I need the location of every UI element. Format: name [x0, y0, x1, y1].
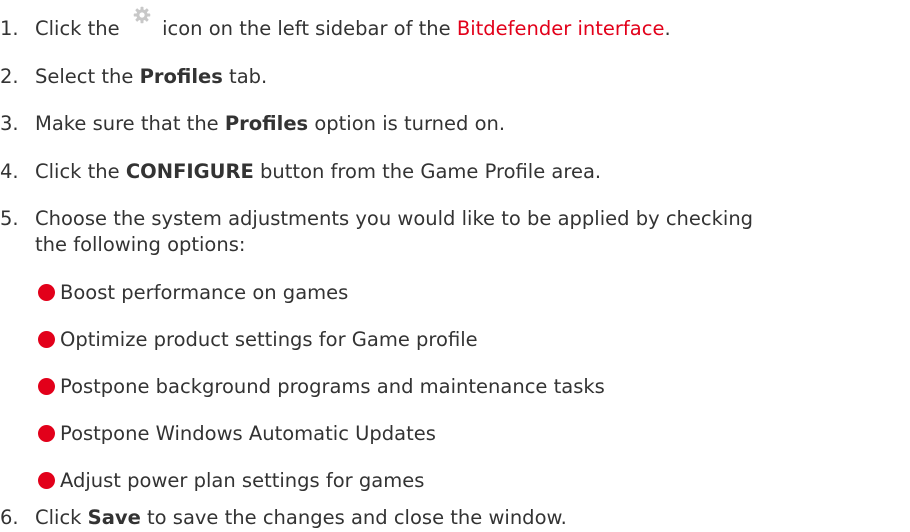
step-1: 1. Click the icon on the left sidebar of …	[0, 6, 671, 43]
red-bullet-icon	[38, 425, 55, 442]
step-5: 5. Choose the system adjustments you woul…	[0, 207, 753, 233]
step-text: icon on the left sidebar of the	[155, 17, 457, 40]
step-text: the following options:	[35, 233, 246, 256]
option-label: Postpone Windows Automatic Updates	[60, 422, 436, 445]
step-2: 2. Select the Profiles tab.	[0, 65, 267, 91]
step-text: Select the	[35, 65, 140, 88]
instructions-document: 1. Click the icon on the left sidebar of …	[0, 0, 910, 531]
step-number: 2.	[0, 65, 19, 88]
step-text: option is turned on.	[308, 112, 506, 135]
bitdefender-interface-link[interactable]: Bitdefender interface	[457, 17, 665, 40]
red-bullet-icon	[38, 331, 55, 348]
step-number: 6.	[0, 506, 19, 529]
step-text: to save the changes and close the window…	[140, 506, 567, 529]
step-text: Click	[35, 506, 88, 529]
option-item: Postpone Windows Automatic Updates	[38, 422, 436, 448]
option-label: Boost performance on games	[60, 281, 349, 304]
option-label: Optimize product settings for Game profi…	[60, 328, 478, 351]
profiles-option-label: Profiles	[224, 112, 309, 135]
step-6: 6. Click Save to save the changes and clo…	[0, 506, 567, 532]
option-item: Optimize product settings for Game profi…	[38, 328, 478, 354]
step-number: 5.	[0, 207, 19, 230]
option-item: Adjust power plan settings for games	[38, 469, 424, 495]
red-bullet-icon	[38, 284, 55, 301]
step-4: 4. Click the CONFIGURE button from the Ga…	[0, 160, 601, 186]
option-item: Boost performance on games	[38, 281, 348, 307]
step-text: Make sure that the	[35, 112, 225, 135]
step-number: 3.	[0, 112, 19, 135]
step-number: 1.	[0, 17, 19, 40]
step-text: tab.	[222, 65, 268, 88]
step-text: Click the	[35, 160, 126, 183]
configure-button-label: CONFIGURE	[125, 160, 254, 183]
step-5-continued: the following options:	[35, 233, 245, 259]
step-number: 4.	[0, 160, 19, 183]
red-bullet-icon	[38, 378, 55, 395]
save-button-label: Save	[87, 506, 141, 529]
gear-icon	[126, 6, 156, 41]
option-label: Adjust power plan settings for games	[60, 469, 425, 492]
step-3: 3. Make sure that the Profiles option is …	[0, 112, 505, 138]
step-text: Choose the system adjustments you would …	[35, 207, 754, 230]
profiles-tab-label: Profiles	[139, 65, 223, 88]
option-label: Postpone background programs and mainten…	[60, 375, 605, 398]
step-text: button from the Game Profile area.	[253, 160, 602, 183]
step-text: .	[664, 17, 671, 40]
step-text: Click the	[35, 17, 126, 40]
option-item: Postpone background programs and mainten…	[38, 375, 605, 401]
red-bullet-icon	[38, 472, 55, 489]
